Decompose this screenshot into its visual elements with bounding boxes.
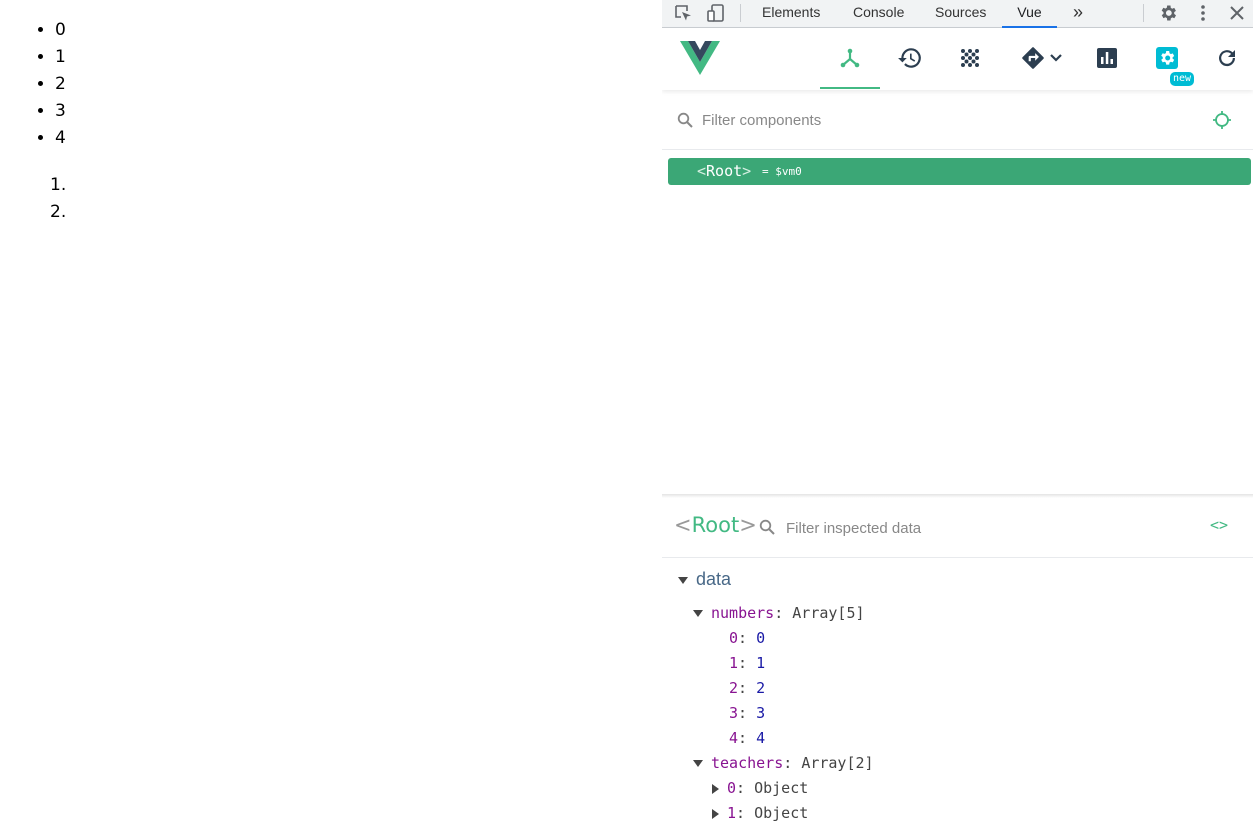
tree-row-teacher-0[interactable]: 0: Object — [710, 776, 808, 801]
list-item: 1 — [55, 44, 66, 71]
tab-elements[interactable]: Elements — [751, 0, 831, 28]
collapse-arrow-icon — [693, 760, 703, 767]
more-tabs-button[interactable]: » — [1062, 0, 1094, 28]
inspect-element-icon[interactable] — [671, 2, 695, 24]
close-icon[interactable] — [1225, 2, 1249, 24]
toolbar-divider — [1143, 4, 1144, 22]
list-item: 1. — [50, 175, 67, 195]
vue-toolbar — [662, 28, 1253, 90]
select-component-target-icon[interactable] — [1212, 110, 1232, 130]
timeline-tab[interactable] — [880, 28, 940, 88]
device-toolbar-icon[interactable] — [704, 2, 728, 24]
list-item: 3 — [55, 98, 66, 125]
numbers-list: 0 1 2 3 4 — [32, 17, 66, 152]
rendered-page: 0 1 2 3 4 1. 2. — [0, 0, 662, 831]
tree-row-numbers[interactable]: numbers: Array[5] — [693, 601, 865, 626]
performance-tab[interactable] — [1077, 28, 1137, 88]
inspector-header: <Root> <> — [662, 498, 1253, 558]
inspect-dom-code-icon[interactable]: <> — [1210, 516, 1228, 534]
component-filter-bar — [662, 90, 1253, 150]
component-filter-input[interactable] — [702, 108, 1152, 132]
component-name: Root — [706, 162, 743, 180]
collapse-arrow-icon — [693, 610, 703, 617]
tree-row: 2: 2 — [729, 679, 766, 697]
tree-row: 0: 0 — [729, 629, 766, 647]
components-icon — [840, 48, 860, 67]
expand-arrow-icon — [712, 783, 719, 794]
components-tab[interactable] — [820, 28, 880, 89]
component-tree-item-root[interactable]: <Root> = $vm0 — [668, 158, 1251, 185]
tree-row-teachers[interactable]: teachers: Array[2] — [693, 751, 874, 776]
routing-tab[interactable] — [1012, 28, 1072, 88]
more-vertical-icon[interactable] — [1191, 2, 1215, 24]
settings-gear-icon[interactable] — [1156, 2, 1180, 24]
refresh-button[interactable] — [1197, 28, 1253, 88]
history-icon — [898, 48, 921, 68]
settings-icon — [1156, 47, 1178, 69]
list-item: 0 — [55, 17, 66, 44]
toolbar-divider — [740, 4, 741, 22]
search-icon — [677, 112, 693, 128]
tree-row-teacher-1[interactable]: 1: Object — [710, 801, 808, 826]
tab-vue[interactable]: Vue — [1002, 0, 1057, 28]
tree-row: 4: 4 — [729, 729, 766, 747]
component-vm-ref: = $vm0 — [762, 165, 802, 178]
directions-icon — [1022, 47, 1044, 69]
search-icon — [759, 519, 775, 535]
vuex-dots-icon — [961, 49, 979, 67]
tree-row: 1: 1 — [729, 654, 766, 672]
data-section-toggle[interactable]: data — [678, 567, 731, 592]
chevron-down-icon — [1050, 54, 1062, 62]
vuex-tab[interactable] — [940, 28, 1000, 88]
list-item: 2 — [55, 71, 66, 98]
devtools-tabbar: Elements Console Sources Vue » — [662, 0, 1253, 28]
collapse-arrow-icon — [678, 577, 688, 584]
bar-chart-icon — [1097, 48, 1117, 68]
list-item: 4 — [55, 125, 66, 152]
inspector-filter-input[interactable] — [786, 516, 1166, 540]
component-tag: <Root> — [697, 162, 752, 180]
new-badge: new — [1170, 72, 1194, 86]
inspector-title: <Root> — [674, 513, 757, 537]
vue-logo-icon — [678, 28, 722, 88]
devtools-panel: Elements Console Sources Vue » new Filte… — [662, 0, 1253, 831]
tab-sources[interactable]: Sources — [924, 0, 997, 28]
list-item: 2. — [50, 202, 67, 222]
tree-row: 3: 3 — [729, 704, 766, 722]
expand-arrow-icon — [712, 808, 719, 819]
teachers-list: 1. 2. — [32, 172, 66, 226]
refresh-icon — [1219, 50, 1236, 67]
tab-console[interactable]: Console — [842, 0, 915, 28]
